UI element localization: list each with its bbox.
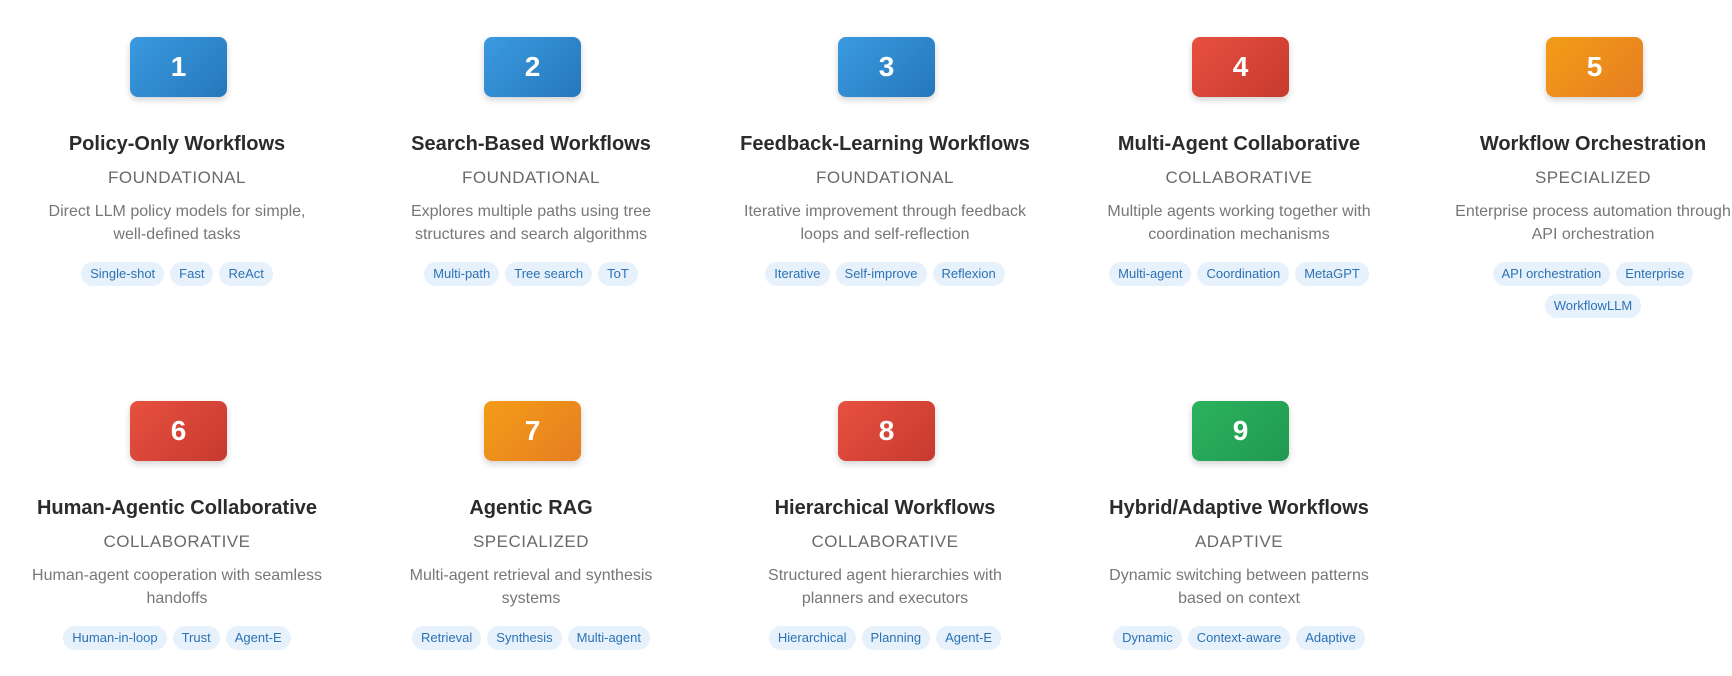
workflow-card-human-agentic[interactable]: 6 Human-Agentic Collaborative COLLABORAT… (0, 364, 354, 676)
card-description: Structured agent hierarchies with planne… (768, 567, 1002, 607)
card-description: Direct LLM policy models for simple, wel… (48, 203, 306, 243)
workflow-card-policy-only[interactable]: 1 Policy-Only Workflows FOUNDATIONAL Dir… (0, 0, 354, 320)
tag: API orchestration (1492, 262, 1611, 286)
tag: Agent-E (225, 626, 291, 650)
tag: Planning (861, 626, 931, 650)
workflow-card-orchestration[interactable]: 5 Workflow Orchestration SPECIALIZED Ent… (1416, 0, 1732, 320)
tag: Trust (172, 626, 220, 650)
card-description: Enterprise process automation through AP… (1455, 203, 1731, 243)
card-title: Hybrid/Adaptive Workflows (1109, 497, 1369, 519)
workflow-card-agentic-rag[interactable]: 7 Agentic RAG SPECIALIZED Multi-agent re… (354, 364, 708, 676)
workflow-card-feedback-learning[interactable]: 3 Feedback-Learning Workflows FOUNDATION… (708, 0, 1062, 320)
tag: Self-improve (835, 262, 927, 286)
card-category: FOUNDATIONAL (816, 168, 954, 187)
card-description: Dynamic switching between patterns based… (1109, 567, 1369, 607)
number-badge: 8 (838, 401, 935, 461)
card-description: Human-agent cooperation with seamless ha… (32, 567, 322, 607)
card-description: Multi-agent retrieval and synthesis syst… (409, 567, 653, 607)
tag: Adaptive (1296, 626, 1365, 650)
tag: Enterprise (1616, 262, 1694, 286)
card-title: Agentic RAG (469, 497, 593, 519)
workflow-card-search-based[interactable]: 2 Search-Based Workflows FOUNDATIONAL Ex… (354, 0, 708, 320)
tag-list: Single-shot Fast ReAct (20, 262, 334, 286)
card-category: COLLABORATIVE (811, 532, 959, 551)
tag-list: Multi-agent Coordination MetaGPT (1082, 262, 1396, 286)
number-badge: 3 (838, 37, 935, 97)
tag: WorkflowLLM (1544, 294, 1642, 318)
tag-list: Dynamic Context-aware Adaptive (1082, 626, 1396, 650)
card-description: Multiple agents working together with co… (1107, 203, 1371, 243)
tag: Fast (170, 262, 214, 286)
tag-list: Iterative Self-improve Reflexion (728, 262, 1042, 286)
number-badge: 7 (484, 401, 581, 461)
number-badge: 4 (1192, 37, 1289, 97)
number-badge: 6 (130, 401, 227, 461)
tag-list: API orchestration Enterprise WorkflowLLM (1456, 262, 1730, 318)
tag: Human-in-loop (63, 626, 167, 650)
card-category: SPECIALIZED (472, 532, 590, 551)
tag: Hierarchical (768, 626, 856, 650)
card-title: Feedback-Learning Workflows (740, 133, 1030, 155)
tag: Context-aware (1187, 626, 1291, 650)
number-badge: 9 (1192, 401, 1289, 461)
workflow-card-grid: 1 Policy-Only Workflows FOUNDATIONAL Dir… (0, 0, 1732, 676)
tag: MetaGPT (1295, 262, 1369, 286)
card-category: FOUNDATIONAL (462, 168, 600, 187)
workflow-card-multi-agent[interactable]: 4 Multi-Agent Collaborative COLLABORATIV… (1062, 0, 1416, 320)
tag: Multi-path (424, 262, 500, 286)
tag-list: Retrieval Synthesis Multi-agent (374, 626, 688, 650)
card-description: Explores multiple paths using tree struc… (410, 203, 652, 243)
tag: Retrieval (412, 626, 482, 650)
tag: Multi-agent (1109, 262, 1192, 286)
card-category: COLLABORATIVE (1165, 168, 1313, 187)
tag: Iterative (765, 262, 830, 286)
tag-list: Human-in-loop Trust Agent-E (20, 626, 334, 650)
card-description: Iterative improvement through feedback l… (744, 203, 1026, 243)
tag: ReAct (219, 262, 273, 286)
number-badge: 2 (484, 37, 581, 97)
tag-list: Multi-path Tree search ToT (374, 262, 688, 286)
tag-list: Hierarchical Planning Agent-E (728, 626, 1042, 650)
tag: Reflexion (932, 262, 1005, 286)
card-category: COLLABORATIVE (103, 532, 251, 551)
tag: Synthesis (487, 626, 562, 650)
tag: Coordination (1197, 262, 1290, 286)
tag: Multi-agent (567, 626, 650, 650)
card-title: Multi-Agent Collaborative (1117, 133, 1361, 155)
card-category: FOUNDATIONAL (108, 168, 246, 187)
tag: Agent-E (936, 626, 1002, 650)
tag: Tree search (505, 262, 593, 286)
card-title: Workflow Orchestration (1479, 133, 1707, 155)
number-badge: 1 (130, 37, 227, 97)
workflow-card-hierarchical[interactable]: 8 Hierarchical Workflows COLLABORATIVE S… (708, 364, 1062, 676)
tag: Dynamic (1113, 626, 1182, 650)
card-category: SPECIALIZED (1534, 168, 1652, 187)
card-title: Search-Based Workflows (411, 133, 651, 155)
tag: ToT (598, 262, 638, 286)
card-title: Hierarchical Workflows (774, 497, 996, 519)
number-badge: 5 (1546, 37, 1643, 97)
tag: Single-shot (81, 262, 165, 286)
workflow-card-hybrid-adaptive[interactable]: 9 Hybrid/Adaptive Workflows ADAPTIVE Dyn… (1062, 364, 1416, 676)
card-category: ADAPTIVE (1194, 532, 1284, 551)
card-title: Human-Agentic Collaborative (36, 497, 318, 519)
card-title: Policy-Only Workflows (68, 133, 286, 155)
